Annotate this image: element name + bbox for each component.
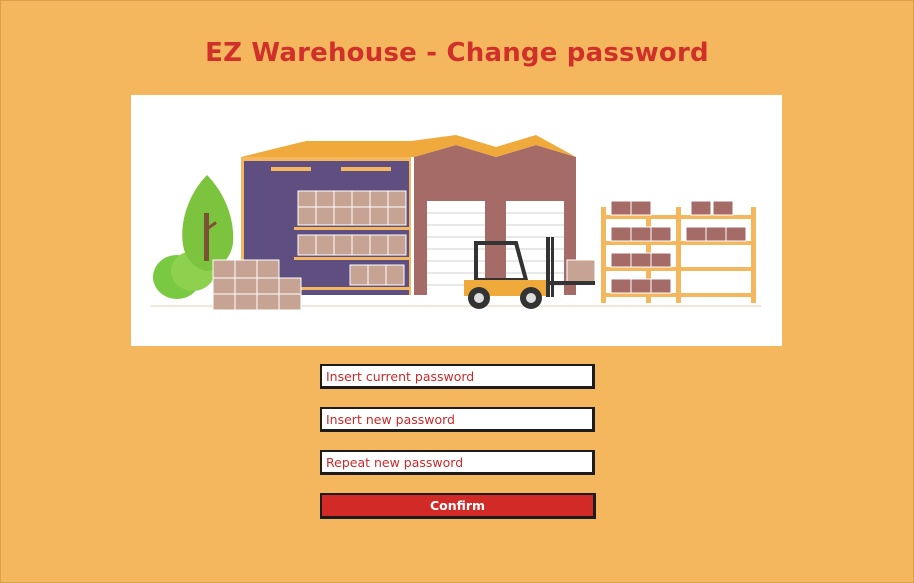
current-password-input[interactable] [322, 366, 592, 386]
repeat-password-field[interactable] [320, 450, 595, 475]
confirm-button[interactable]: Confirm [320, 493, 596, 519]
new-password-input[interactable] [322, 409, 592, 429]
current-password-field[interactable] [320, 364, 595, 389]
page-title: EZ Warehouse - Change password [205, 38, 709, 68]
repeat-password-input[interactable] [322, 452, 592, 472]
shelf-icon [601, 200, 756, 303]
new-password-field[interactable] [320, 407, 595, 432]
warehouse-icon [151, 135, 761, 311]
warehouse-illustration [131, 95, 782, 346]
